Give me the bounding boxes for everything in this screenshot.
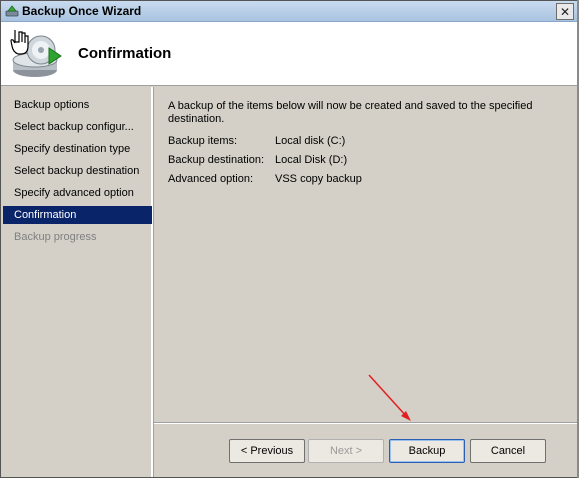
title-bar[interactable]: Backup Once Wizard ✕ [1,1,578,22]
confirmation-intro-text: A backup of the items below will now be … [168,100,533,125]
next-button: Next > [308,439,384,463]
detail-label: Backup items: [168,135,238,147]
detail-value: Local disk (C:) [275,135,346,147]
wizard-steps-sidebar: Backup options Select backup configur...… [1,87,153,477]
backup-icon [5,5,19,17]
sidebar-item-confirmation[interactable]: Confirmation [3,206,152,224]
sidebar-item-backup-progress: Backup progress [14,231,97,243]
close-button[interactable]: ✕ [556,3,574,20]
detail-row-advanced-option: Advanced option: VSS copy backup [168,173,568,187]
detail-label: Backup destination: [168,154,265,166]
detail-label: Advanced option: [168,173,254,185]
previous-button[interactable]: < Previous [229,439,305,463]
sidebar-item-select-backup-configuration[interactable]: Select backup configur... [3,118,152,136]
sidebar-item-specify-advanced-option[interactable]: Specify advanced option [3,184,152,202]
detail-value: VSS copy backup [275,173,362,185]
detail-value: Local Disk (D:) [275,154,348,166]
detail-row-backup-destination: Backup destination: Local Disk (D:) [168,154,568,168]
wizard-window: Backup Once Wizard ✕ Confirmation Backup… [0,0,579,478]
close-icon: ✕ [559,4,571,19]
window-title: Backup Once Wizard [22,4,142,18]
backup-button[interactable]: Backup [389,439,465,463]
sidebar-item-select-backup-destination[interactable]: Select backup destination [3,162,152,180]
page-title: Confirmation [78,45,172,62]
sidebar-item-specify-destination-type[interactable]: Specify destination type [3,140,152,158]
cancel-button[interactable]: Cancel [470,439,546,463]
sidebar-item-backup-options[interactable]: Backup options [3,96,152,114]
wizard-header: Confirmation [1,22,578,86]
annotation-arrow-icon [368,374,411,421]
backup-disc-hand-icon [10,30,62,77]
detail-row-backup-items: Backup items: Local disk (C:) [168,135,568,149]
